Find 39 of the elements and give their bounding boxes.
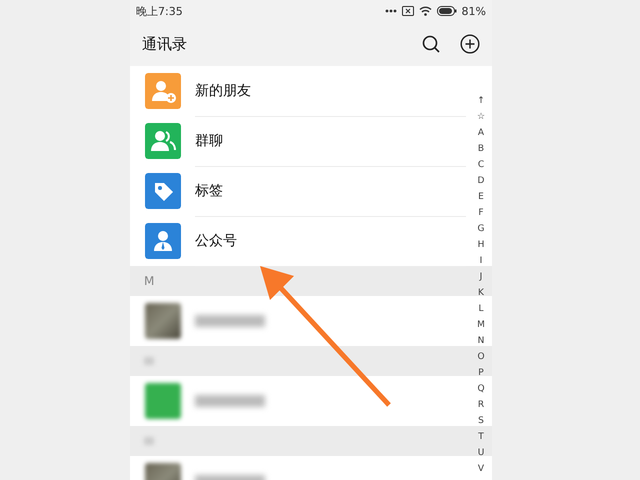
blurred-name[interactable] — [195, 395, 265, 407]
index-letter[interactable]: ☆ — [476, 109, 486, 125]
index-letter[interactable]: J — [480, 269, 482, 285]
battery-percent: 81% — [462, 4, 486, 18]
index-letter[interactable]: Q — [477, 381, 485, 397]
index-letter[interactable]: L — [478, 301, 484, 317]
more-dots-icon — [384, 9, 397, 13]
blurred-letter — [144, 437, 154, 445]
index-letter[interactable]: M — [477, 317, 485, 333]
blurred-name[interactable] — [195, 315, 265, 327]
wifi-icon — [418, 6, 432, 16]
index-letter[interactable]: E — [478, 189, 484, 205]
index-letter[interactable]: T — [478, 429, 484, 445]
photo-placeholder — [145, 303, 181, 339]
add-icon[interactable] — [460, 34, 480, 54]
index-letter[interactable]: H — [478, 237, 484, 253]
index-letter[interactable]: A — [478, 125, 484, 141]
blurred-logo — [145, 383, 181, 419]
section-letter: M — [144, 274, 154, 288]
blurred-letter — [144, 357, 154, 365]
index-letter[interactable]: G — [478, 221, 484, 237]
index-letter[interactable]: P — [478, 365, 484, 381]
index-letter[interactable]: R — [478, 397, 484, 413]
index-letter[interactable]: U — [478, 445, 484, 461]
index-letter[interactable]: K — [478, 285, 484, 301]
index-letter[interactable]: N — [478, 333, 484, 349]
status-time: 晚上7:35 — [136, 4, 183, 18]
index-letter[interactable]: V — [478, 461, 484, 477]
search-icon[interactable] — [422, 35, 440, 53]
index-letter[interactable]: F — [478, 205, 484, 221]
page-title: 通讯录 — [142, 34, 188, 54]
index-letter[interactable]: C — [478, 157, 484, 173]
sim-off-icon — [402, 6, 414, 16]
battery-icon — [436, 6, 457, 16]
index-letter[interactable]: B — [478, 141, 484, 157]
index-letter[interactable]: O — [477, 349, 485, 365]
index-letter[interactable]: D — [478, 173, 484, 189]
index-letter[interactable]: ↑ — [477, 93, 485, 109]
index-letter[interactable]: S — [478, 413, 484, 429]
